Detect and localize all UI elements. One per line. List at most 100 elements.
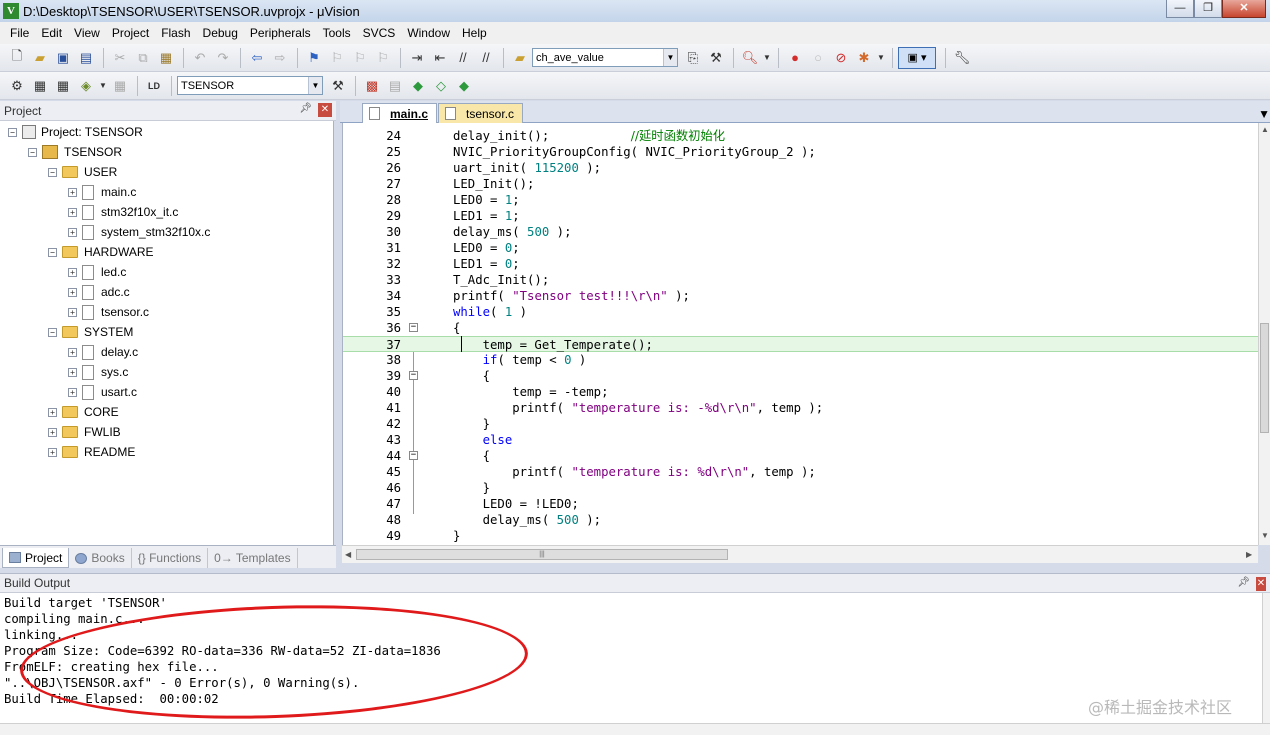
tree-file-delay[interactable]: + delay.c [68,342,138,362]
minimize-button[interactable]: — [1166,0,1194,18]
code-line[interactable]: 41 printf( "temperature is: -%d\r\n", te… [343,400,1258,416]
code-line[interactable]: 28 LED0 = 1; [343,192,1258,208]
menu-flash[interactable]: Flash [155,23,196,43]
code-line[interactable]: 43 else [343,432,1258,448]
expand-icon[interactable]: + [68,207,77,217]
close-icon[interactable]: ✕ [318,103,332,117]
code-line[interactable]: 24 delay_init(); //延时函数初始化 [343,128,1258,144]
menu-view[interactable]: View [68,23,106,43]
code-line[interactable]: 49} [343,528,1258,544]
configure-icon[interactable]: ⚒ [705,47,727,69]
tree-group-user[interactable]: − USER [48,162,117,182]
bookmark-next-icon[interactable]: ⚐ [349,47,371,69]
build-output-panel[interactable]: Build target 'TSENSOR' compiling main.c..… [0,593,1262,723]
tab-templates[interactable]: 0→ Templates [208,548,298,568]
menu-window[interactable]: Window [401,23,456,43]
collapse-icon[interactable]: − [28,147,37,157]
tree-file-adc[interactable]: + adc.c [68,282,130,302]
breakpoint-disable-all-icon[interactable]: ⊘ [830,47,852,69]
redo-icon[interactable]: ↷ [212,47,234,69]
bookmark-prev-icon[interactable]: ⚐ [326,47,348,69]
code-line[interactable]: 26 uart_init( 115200 ); [343,160,1258,176]
code-line[interactable]: 34 printf( "Tsensor test!!!\r\n" ); [343,288,1258,304]
code-editor[interactable]: 24 delay_init(); //延时函数初始化 25 NVIC_Priority… [342,123,1258,545]
window-layout-button[interactable]: ▣ ▾ [898,46,936,69]
fold-collapse-icon[interactable]: − [409,371,418,380]
dropdown-arrow-icon[interactable]: ▼ [762,47,772,69]
target-combo[interactable]: TSENSOR ▼ [177,76,323,95]
tree-file-system-stm32f10x[interactable]: + system_stm32f10x.c [68,222,210,242]
unindent-icon[interactable]: ⇤ [429,47,451,69]
breakpoint-enable-icon[interactable]: ○ [807,47,829,69]
manage-components-icon[interactable]: ▩ [361,75,383,97]
expand-icon[interactable]: + [48,407,57,417]
breakpoint-kill-all-icon[interactable]: ✱ [853,47,875,69]
find-in-files-icon[interactable]: ▰ [509,47,531,69]
close-button[interactable]: ✕ [1222,0,1266,18]
tree-item-project[interactable]: − Project: TSENSOR [8,122,143,142]
code-line[interactable]: 36− { [343,320,1258,336]
code-line[interactable]: 47 LED0 = !LED0; [343,496,1258,512]
navigate-forward-icon[interactable]: ⇨ [269,47,291,69]
tree-group-fwlib[interactable]: + FWLIB [48,422,121,442]
expand-icon[interactable]: + [68,307,77,317]
build-output-horizontal-scrollbar[interactable] [0,723,1270,735]
breakpoint-insert-icon[interactable]: ● [784,47,806,69]
scroll-right-icon[interactable]: ▶ [1246,550,1252,559]
code-line[interactable]: 30 delay_ms( 500 ); [343,224,1258,240]
batch-build-icon[interactable]: ◈ [75,75,97,97]
code-line[interactable]: 33 T_Adc_Init(); [343,272,1258,288]
menu-edit[interactable]: Edit [35,23,68,43]
select-software-packs-icon[interactable]: ◇ [430,75,452,97]
expand-icon[interactable]: + [68,267,77,277]
expand-icon[interactable]: + [68,347,77,357]
code-line[interactable]: 46 } [343,480,1258,496]
restore-button[interactable]: ❐ [1194,0,1222,18]
tab-tsensor-c[interactable]: tsensor.c [438,103,524,123]
collapse-icon[interactable]: − [48,327,57,337]
code-line[interactable]: 35 while( 1 ) [343,304,1258,320]
tab-project[interactable]: Project [2,548,70,568]
uncomment-icon[interactable]: // [475,47,497,69]
open-folder-icon[interactable]: ▰ [29,47,51,69]
find-combo[interactable]: ch_ave_value ▼ [532,48,678,67]
comment-icon[interactable]: // [452,47,474,69]
tree-file-led[interactable]: + led.c [68,262,126,282]
file-extensions-icon[interactable]: ▤ [384,75,406,97]
tree-file-tsensor[interactable]: + tsensor.c [68,302,149,322]
bookmark-clear-icon[interactable]: ⚐ [372,47,394,69]
pack-installer-icon[interactable]: ◆ [407,75,429,97]
menu-project[interactable]: Project [106,23,155,43]
tree-item-target[interactable]: − TSENSOR [28,142,122,162]
find-icon[interactable]: ⎘ [682,47,704,69]
pin-icon[interactable]: 📌︎ [299,103,312,117]
bookmark-insert-icon[interactable]: ⚑ [303,47,325,69]
close-icon[interactable]: ✕ [1256,577,1266,591]
code-line[interactable]: 44− { [343,448,1258,464]
fold-collapse-icon[interactable]: − [409,323,418,332]
save-all-icon[interactable]: ▤ [75,47,97,69]
menu-peripherals[interactable]: Peripherals [244,23,317,43]
collapse-icon[interactable]: − [8,127,17,137]
debug-session-icon[interactable]: 🔍︎ [739,47,761,69]
code-line[interactable]: 25 NVIC_PriorityGroupConfig( NVIC_Priorit… [343,144,1258,160]
code-line[interactable]: 42 } [343,416,1258,432]
collapse-icon[interactable]: − [48,167,57,177]
translate-icon[interactable]: ⚙ [6,75,28,97]
scroll-up-icon[interactable]: ▲ [1261,125,1269,134]
download-load-icon[interactable]: LD [143,75,165,97]
tree-file-usart[interactable]: + usart.c [68,382,137,402]
pin-icon[interactable]: 📌︎ [1237,577,1250,591]
expand-icon[interactable]: + [68,387,77,397]
editor-horizontal-scrollbar[interactable]: ◀ ||| ▶ [342,545,1258,563]
target-options-icon[interactable]: ⚒ [327,75,349,97]
collapse-icon[interactable]: − [48,247,57,257]
run-time-environment-icon[interactable]: ◆ [453,75,475,97]
scroll-down-icon[interactable]: ▼ [1261,531,1269,540]
code-line[interactable]: 31 LED0 = 0; [343,240,1258,256]
paste-icon[interactable]: ▦ [155,47,177,69]
scrollbar-thumb[interactable] [1260,323,1269,433]
editor-vertical-scrollbar[interactable]: ▲ ▼ [1258,123,1270,545]
tree-file-main[interactable]: + main.c [68,182,136,202]
code-line[interactable]: 38 if( temp < 0 ) [343,352,1258,368]
